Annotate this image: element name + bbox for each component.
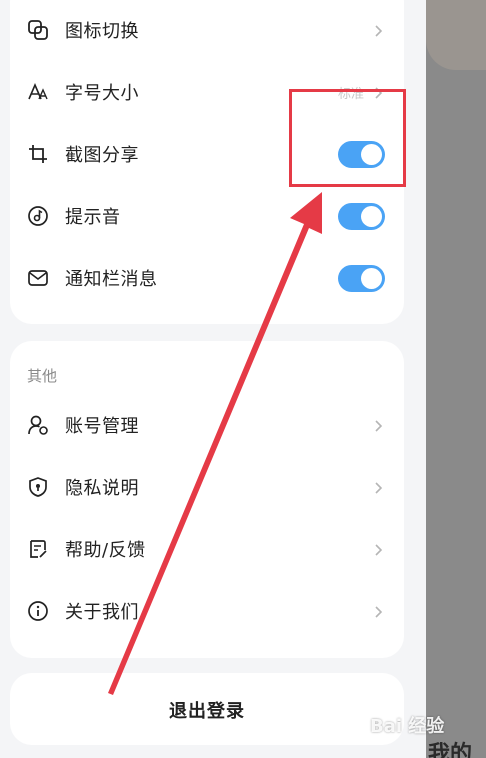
watermark: Bai 经验 bbox=[370, 716, 445, 737]
annotation-arrow bbox=[108, 192, 322, 695]
